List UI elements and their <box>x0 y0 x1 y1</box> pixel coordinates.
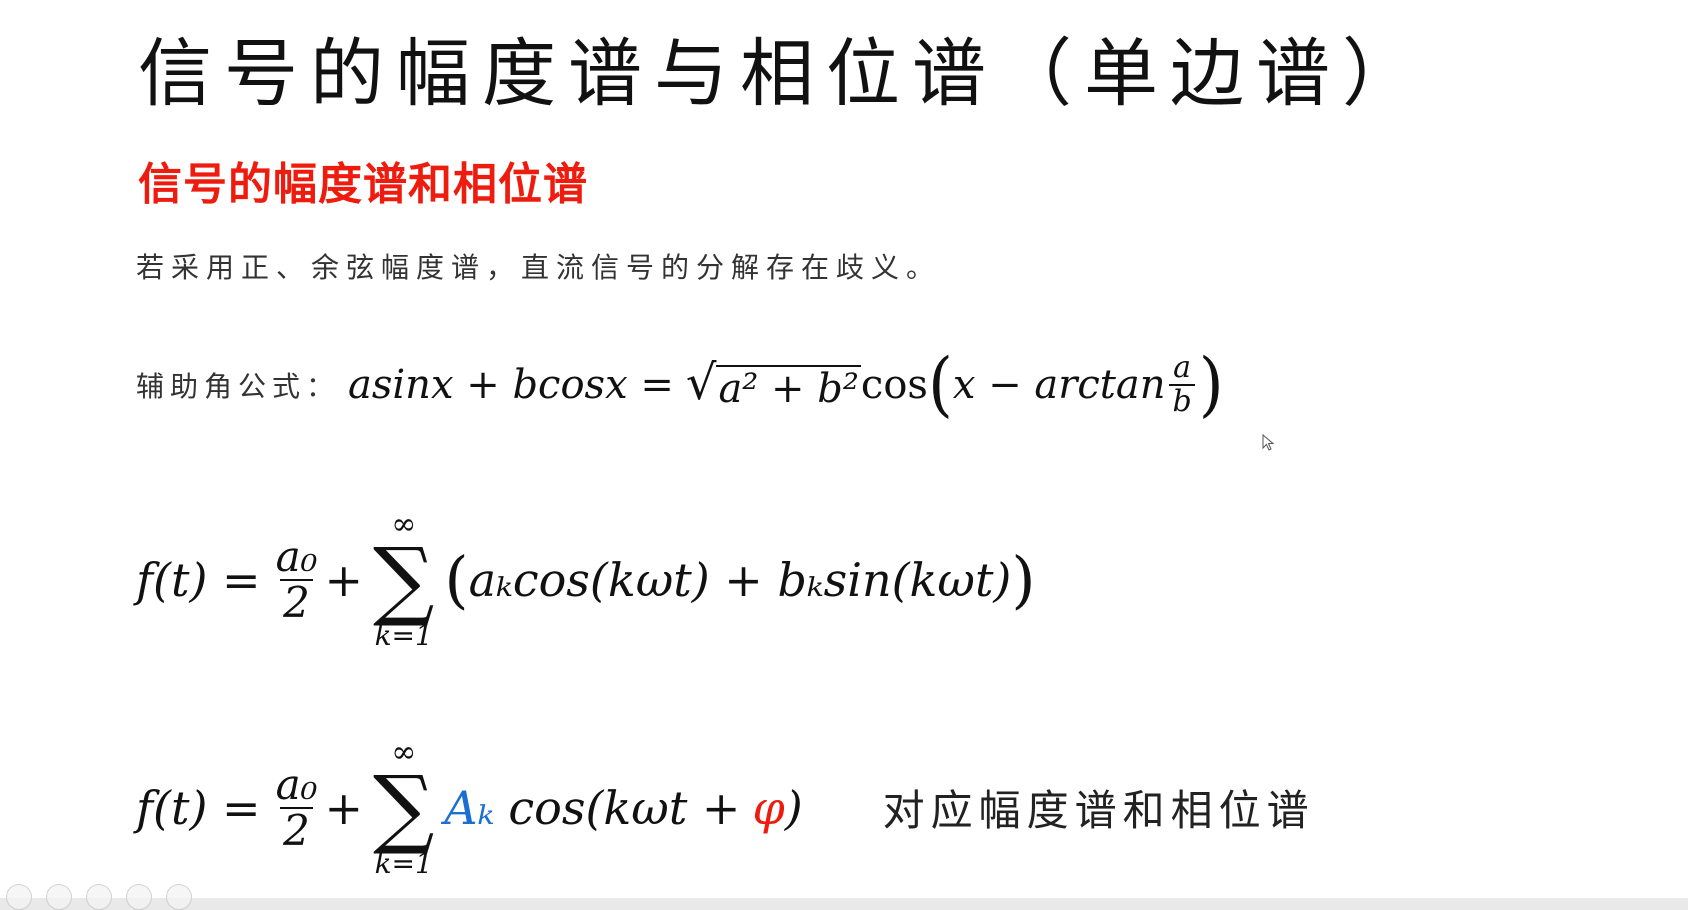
left-paren: ( <box>927 343 953 426</box>
sqrt-sign: √ <box>685 354 717 411</box>
eq1-sum-lower-limit: k=1 <box>374 618 433 652</box>
toolbar-next-button[interactable] <box>46 884 72 910</box>
section-subtitle: 信号的幅度谱和相位谱 <box>138 159 588 210</box>
aux-inner-expression: x − arctan <box>952 361 1166 408</box>
eq2-close-paren: ) <box>784 780 803 835</box>
eq2-lhs: f(t) = <box>136 780 261 835</box>
eq2-summation: ∞ ∑ k=1 <box>373 738 434 878</box>
phase-term: φ <box>752 780 785 835</box>
a-over-b-fraction: a b <box>1169 350 1195 418</box>
right-paren: ) <box>1198 343 1224 426</box>
eq1-lhs: f(t) = <box>136 552 261 607</box>
aux-formula: asinx + bcosx = √ a² + b² cos ( x − arct… <box>348 343 1224 426</box>
amplitude-term: Aₖ <box>444 780 495 835</box>
note-text: 若采用正、余弦幅度谱，直流信号的分解存在歧义。 <box>136 251 942 284</box>
eq1-fraction-numerator: a₀ <box>275 531 318 581</box>
eq2-dc-fraction: a₀ 2 <box>273 759 321 853</box>
fourier-series-amplitude-phase-form: f(t) = a₀ 2 + ∞ ∑ k=1 Aₖ cos(kωt + φ ) 对… <box>136 738 1315 878</box>
auxiliary-angle-formula-row: 辅助角公式： asinx + bcosx = √ a² + b² cos ( x… <box>136 343 1224 426</box>
toolbar-zoom-button[interactable] <box>166 884 192 910</box>
eq1-summation: ∞ ∑ k=1 <box>373 510 434 650</box>
sqrt-expression: √ a² + b² <box>686 359 861 411</box>
eq1-plus: + <box>324 552 364 607</box>
eq1-right-paren: ) <box>1011 542 1036 616</box>
mouse-cursor-icon <box>1262 434 1275 451</box>
aux-formula-label: 辅助角公式： <box>136 369 341 403</box>
eq1-left-paren: ( <box>444 542 469 616</box>
eq2-sum-lower-limit: k=1 <box>374 846 433 880</box>
eq2-cos-open: cos(kωt + <box>508 780 741 835</box>
eq1-body: aₖcos(kωt) + bₖsin(kωt) <box>468 552 1012 607</box>
eq2-sigma: ∑ <box>373 758 435 858</box>
eq2-fraction-numerator: a₀ <box>275 759 318 809</box>
toolbar-slides-button[interactable] <box>126 884 152 910</box>
eq2-plus: + <box>324 780 364 835</box>
eq1-fraction-denominator: 2 <box>280 578 313 625</box>
eq2-fraction-denominator: 2 <box>280 806 313 853</box>
toolbar-prev-button[interactable] <box>6 884 32 910</box>
aux-formula-lhs: asinx + bcosx = <box>348 361 674 408</box>
eq1-dc-fraction: a₀ 2 <box>273 531 321 625</box>
fraction-numerator: a <box>1173 350 1192 385</box>
slide: 信号的幅度谱与相位谱（单边谱） 信号的幅度谱和相位谱 若采用正、余弦幅度谱，直流… <box>0 0 1688 910</box>
presentation-toolbar <box>0 884 192 910</box>
toolbar-pen-button[interactable] <box>86 884 112 910</box>
eq1-sigma: ∑ <box>373 530 435 630</box>
sqrt-content: a² + b² <box>716 364 861 412</box>
eq2-meaning-label: 对应幅度谱和相位谱 <box>882 786 1315 836</box>
cos-word: cos <box>860 361 928 408</box>
fourier-series-sin-cos-form: f(t) = a₀ 2 + ∞ ∑ k=1 ( aₖcos(kωt) + bₖs… <box>136 510 1036 650</box>
fraction-denominator: b <box>1169 383 1195 418</box>
page-title: 信号的幅度谱与相位谱（单边谱） <box>138 31 1428 117</box>
